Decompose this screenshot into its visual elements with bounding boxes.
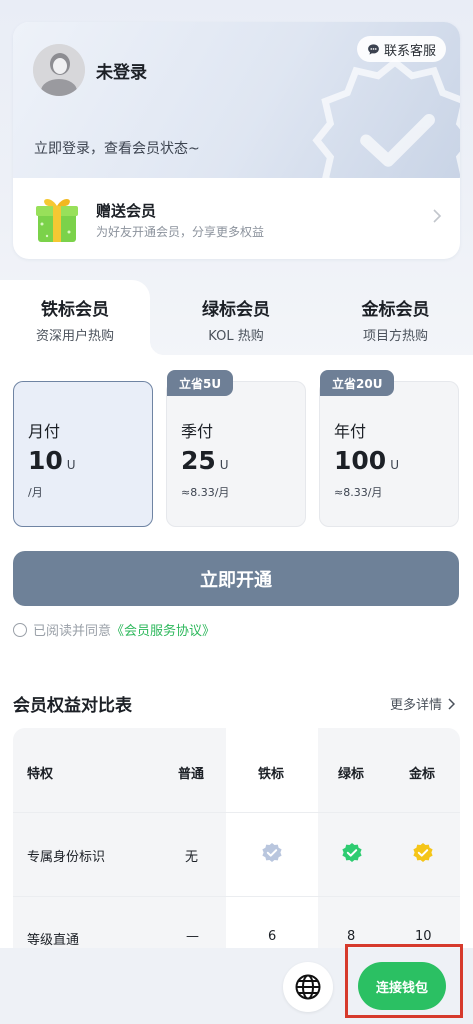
chevron-right-icon bbox=[448, 697, 455, 710]
row-level-gold: 10 bbox=[415, 929, 432, 944]
plan-name: 季付 bbox=[181, 422, 214, 441]
plan-price: 25 U bbox=[181, 446, 229, 475]
iron-badge-icon bbox=[262, 843, 282, 862]
benefits-table: 特权 普通 铁标 绿标 金标 专属身份标识 无 等级直通 — 6 8 10 bbox=[13, 728, 460, 968]
header-gold: 金标 bbox=[409, 767, 436, 782]
plan-per-month: /月 bbox=[28, 486, 43, 499]
plan-price: 100 U bbox=[334, 446, 399, 475]
more-details-link[interactable]: 更多详情 bbox=[390, 694, 455, 713]
header-normal: 普通 bbox=[178, 767, 205, 782]
agreement-radio[interactable] bbox=[13, 622, 27, 637]
row-level-green: 8 bbox=[347, 929, 356, 944]
green-badge-icon bbox=[342, 843, 362, 862]
gift-membership-row[interactable]: 赠送会员 为好友开通会员，分享更多权益 bbox=[13, 178, 460, 259]
verified-badge-watermark-icon bbox=[312, 57, 460, 178]
tab-iron-sub: 资深用户热购 bbox=[35, 329, 114, 344]
service-agreement-link[interactable]: 《会员服务协议》 bbox=[111, 620, 215, 639]
plan-yearly[interactable]: 立省20U 年付 100 U ≈8.33/月 bbox=[319, 370, 459, 527]
header-privilege: 特权 bbox=[27, 767, 54, 782]
nickname[interactable]: 未登录 bbox=[96, 58, 147, 83]
row-divider bbox=[13, 896, 460, 897]
save-tag: 立省20U bbox=[320, 370, 395, 396]
header-iron: 铁标 bbox=[258, 767, 285, 782]
plan-price-value: 100 bbox=[334, 446, 387, 475]
plan-name: 年付 bbox=[334, 422, 367, 441]
tab-gold-sub: 项目方热购 bbox=[362, 329, 428, 344]
profile-card: 未登录 联系客服 立即登录，查看会员状态~ 赠送会员 为好友开通会员，分享更多权… bbox=[13, 22, 460, 259]
plan-price-value: 25 bbox=[181, 446, 216, 475]
contact-service-label: 联系客服 bbox=[383, 43, 436, 59]
language-button[interactable] bbox=[283, 962, 333, 1012]
gold-badge-icon bbox=[413, 843, 433, 862]
tab-gold-name: 金标会员 bbox=[361, 300, 430, 320]
agreement-row: 已阅读并同意 《会员服务协议》 bbox=[13, 620, 215, 639]
tab-iron[interactable]: 铁标会员 资深用户热购 bbox=[0, 280, 164, 355]
row-identity-normal: 无 bbox=[185, 850, 199, 865]
row-level-name: 等级直通 bbox=[27, 933, 80, 948]
tab-gold[interactable]: 金标会员 项目方热购 bbox=[318, 280, 473, 355]
row-identity-name: 专属身份标识 bbox=[27, 850, 106, 865]
gift-subtitle: 为好友开通会员，分享更多权益 bbox=[96, 225, 265, 239]
plan-price-unit: U bbox=[219, 458, 229, 472]
contact-service-button[interactable]: 联系客服 bbox=[356, 36, 446, 62]
chat-bubble-icon bbox=[368, 43, 379, 55]
chevron-right-icon bbox=[433, 209, 442, 223]
tab-green[interactable]: 绿标会员 KOL 热购 bbox=[160, 280, 312, 355]
plan-price-value: 10 bbox=[28, 446, 63, 475]
plan-monthly[interactable]: 月付 10 U /月 bbox=[13, 381, 153, 527]
header-green: 绿标 bbox=[338, 767, 365, 782]
plan-name: 月付 bbox=[28, 422, 61, 441]
profile-header[interactable]: 未登录 联系客服 立即登录，查看会员状态~ bbox=[13, 22, 460, 178]
tab-green-sub: KOL 热购 bbox=[208, 329, 264, 344]
plan-price-unit: U bbox=[66, 458, 76, 472]
login-tip[interactable]: 立即登录，查看会员状态~ bbox=[34, 138, 200, 158]
plan-per-month: ≈8.33/月 bbox=[334, 486, 383, 499]
gift-box-icon bbox=[36, 199, 78, 242]
gift-title: 赠送会员 bbox=[96, 202, 157, 220]
row-level-normal: — bbox=[186, 929, 199, 944]
open-membership-button[interactable]: 立即开通 bbox=[13, 551, 459, 606]
save-tag: 立省5U bbox=[167, 370, 234, 396]
row-level-iron: 6 bbox=[268, 929, 277, 944]
plan-per-month: ≈8.33/月 bbox=[181, 486, 230, 499]
avatar[interactable] bbox=[33, 44, 85, 96]
more-details-label: 更多详情 bbox=[389, 698, 442, 713]
plan-quarterly[interactable]: 立省5U 季付 25 U ≈8.33/月 bbox=[166, 370, 306, 527]
globe-icon bbox=[295, 974, 321, 1000]
membership-tabs: 铁标会员 资深用户热购 绿标会员 KOL 热购 金标会员 项目方热购 bbox=[0, 280, 473, 355]
connect-wallet-button[interactable]: 连接钱包 bbox=[358, 962, 446, 1010]
default-avatar-icon bbox=[33, 44, 85, 96]
tab-iron-name: 铁标会员 bbox=[41, 300, 109, 320]
row-divider bbox=[13, 812, 460, 813]
plan-price: 10 U bbox=[28, 446, 76, 475]
tab-green-name: 绿标会员 bbox=[202, 300, 270, 320]
plan-price-unit: U bbox=[390, 458, 399, 472]
agreement-text: 已阅读并同意 bbox=[33, 624, 112, 639]
benefits-title: 会员权益对比表 bbox=[13, 696, 132, 716]
